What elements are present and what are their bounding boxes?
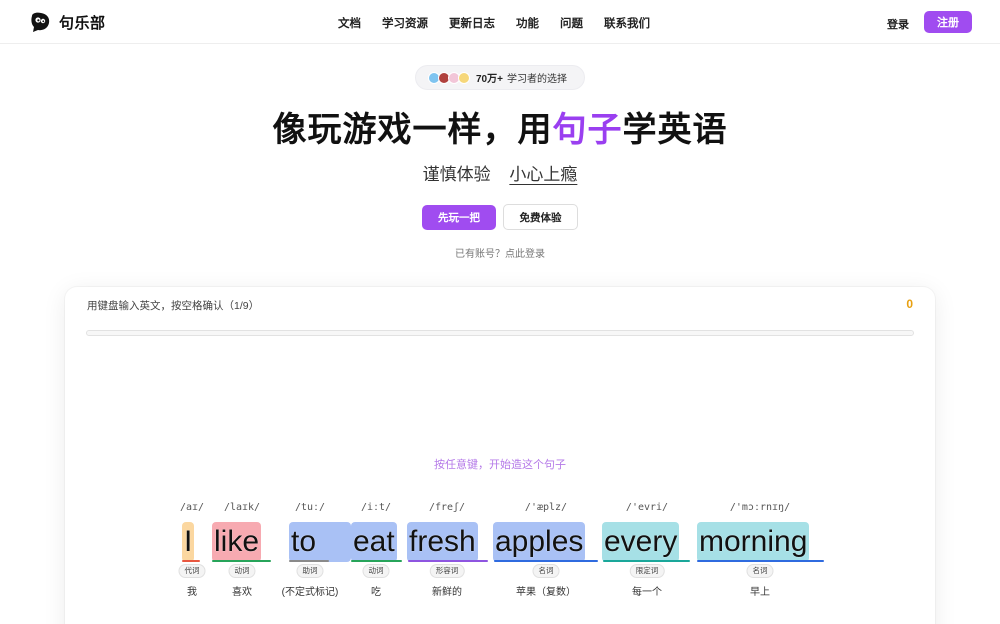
pos-tag: 动词 [228,564,256,578]
pos-tag: 名词 [746,564,774,578]
pos-tag: 名词 [532,564,560,578]
word-ipa: /'æplz/ [524,502,568,513]
nav-link-docs[interactable]: 文档 [338,15,361,31]
word-token: fresh [407,522,478,562]
word-token: eat [351,522,397,562]
word-ipa: /tuː/ [294,502,326,513]
brand-logo[interactable]: 句乐部 [28,10,106,34]
hero-title-accent: 句子 [552,111,623,149]
word-underline [408,560,488,562]
register-button[interactable]: 注册 [924,11,972,33]
subline-right: 小心上瘾 [509,165,578,184]
word-underline [182,560,200,562]
word-gloss: 早上 [750,587,770,598]
learners-badge: 70万+ 学习者的选择 [415,65,585,90]
login-link[interactable]: 登录 [887,16,909,32]
badge-caption: 学习者的选择 [506,74,567,85]
word-ipa: /iːt/ [360,502,392,513]
login-hint-link[interactable]: 已有账号？点此登录 [0,245,1000,260]
word-underline [212,560,271,562]
pos-tag: 助词 [296,564,324,578]
progress-bar [86,330,914,336]
hero-title-post: 学英语 [622,111,728,149]
free-trial-button[interactable]: 免费体验 [503,204,578,230]
word-gloss: 吃 [371,587,381,598]
hero-subline: 谨慎体验 小心上瘾 [0,160,1000,185]
word-underline [697,560,824,562]
nav-link-faq[interactable]: 问题 [560,15,583,31]
word-gloss: 苹果（复数） [516,587,576,598]
word-token: I [182,522,195,562]
pos-tag: 形容词 [429,564,465,578]
word-gloss: (不定式标记) [281,587,339,598]
word-ipa: /'evri/ [625,502,669,513]
avatar [458,71,470,84]
word-ipa: /laɪk/ [223,502,261,513]
word-underline [603,560,690,562]
nav-link-resources[interactable]: 学习资源 [382,15,428,31]
word-gloss: 我 [187,587,197,598]
learner-count: 70万+ [476,74,503,85]
word-ipa: /'mɔːrnɪŋ/ [729,502,791,513]
word-token: morning [697,522,810,562]
brand-name: 句乐部 [59,14,106,32]
word-token: every [602,522,680,562]
subline-left: 谨慎体验 [422,165,491,184]
word-gloss: 新鲜的 [432,587,462,598]
nav-link-contact[interactable]: 联系我们 [604,15,650,31]
practice-instruction: 用键盘输入英文，按空格确认（1/9） [87,300,260,312]
nav-links: 文档 学习资源 更新日志 功能 问题 联系我们 [338,15,671,31]
word-gloss: 喜欢 [232,587,252,598]
practice-card[interactable]: 用键盘输入英文，按空格确认（1/9） 0 按任意键，开始造这个句子 /aɪ/ I… [65,287,935,624]
nav-link-changelog[interactable]: 更新日志 [449,15,495,31]
word-underline [351,560,402,562]
pos-tag: 动词 [362,564,390,578]
word-underline [494,560,598,562]
score-counter: 0 [906,297,913,311]
word-ipa: /aɪ/ [179,502,205,513]
word-ipa: /freʃ/ [428,502,466,513]
logo-icon [31,12,50,32]
word-underline [289,560,329,562]
word-token: like [212,522,262,562]
hero-title: 像玩游戏一样，用句子学英语 [0,102,1000,151]
word-gloss: 每一个 [632,587,662,598]
pos-tag: 代词 [178,564,206,578]
hero-title-pre: 像玩游戏一样，用 [272,111,553,149]
word-token: to [289,522,351,562]
pos-tag: 限定词 [629,564,665,578]
top-nav: 句乐部 文档 学习资源 更新日志 功能 问题 联系我们 登录 注册 [0,0,1000,44]
start-hint: 按任意键，开始造这个句子 [434,459,566,471]
word-token: apples [493,522,586,562]
play-now-button[interactable]: 先玩一把 [422,205,496,230]
avatar-group [428,71,470,84]
nav-link-features[interactable]: 功能 [516,15,539,31]
